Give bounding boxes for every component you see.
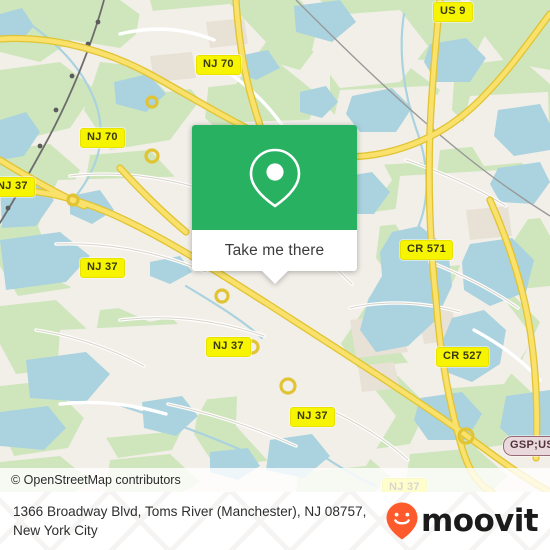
map-attribution[interactable]: © OpenStreetMap contributors	[0, 468, 550, 492]
road-shield-nj70-a: NJ 70	[196, 55, 241, 75]
take-me-there-button[interactable]: Take me there	[192, 230, 357, 271]
address-line-1: 1366 Broadway Blvd, Toms River (Manchest…	[13, 504, 321, 519]
footer-bar: 1366 Broadway Blvd, Toms River (Manchest…	[0, 492, 550, 550]
moovit-pin-icon	[386, 502, 418, 540]
road-shield-nj37-b: NJ 37	[80, 258, 125, 278]
road-shield-nj37-d: NJ 37	[290, 407, 335, 427]
road-shield-nj37-c: NJ 37	[206, 337, 251, 357]
take-me-there-label: Take me there	[224, 241, 325, 259]
road-shield-nj70-b: NJ 70	[80, 128, 125, 148]
map-pin-icon	[249, 148, 300, 207]
moovit-wordmark: moovit	[421, 502, 539, 539]
road-shield-cr571: CR 571	[400, 240, 454, 260]
popup-pointer-tail	[261, 271, 288, 284]
moovit-logo[interactable]: moovit	[385, 501, 539, 541]
address-text: 1366 Broadway Blvd, Toms River (Manchest…	[13, 502, 385, 540]
road-shield-cr527: CR 527	[436, 347, 490, 367]
popup-header	[192, 125, 357, 230]
road-shield-nj37-a: NJ 37	[0, 177, 35, 197]
road-shield-us9: US 9	[433, 2, 473, 22]
location-popup-card[interactable]: Take me there	[192, 125, 357, 284]
map-canvas[interactable]: US 9 NJ 70 NJ 70 NJ 37 NJ 37 CR 571 NJ 3…	[0, 0, 550, 492]
moovit-map-page: US 9 NJ 70 NJ 70 NJ 37 NJ 37 CR 571 NJ 3…	[0, 0, 550, 550]
road-shield-gsp-us: GSP;US	[503, 436, 550, 456]
